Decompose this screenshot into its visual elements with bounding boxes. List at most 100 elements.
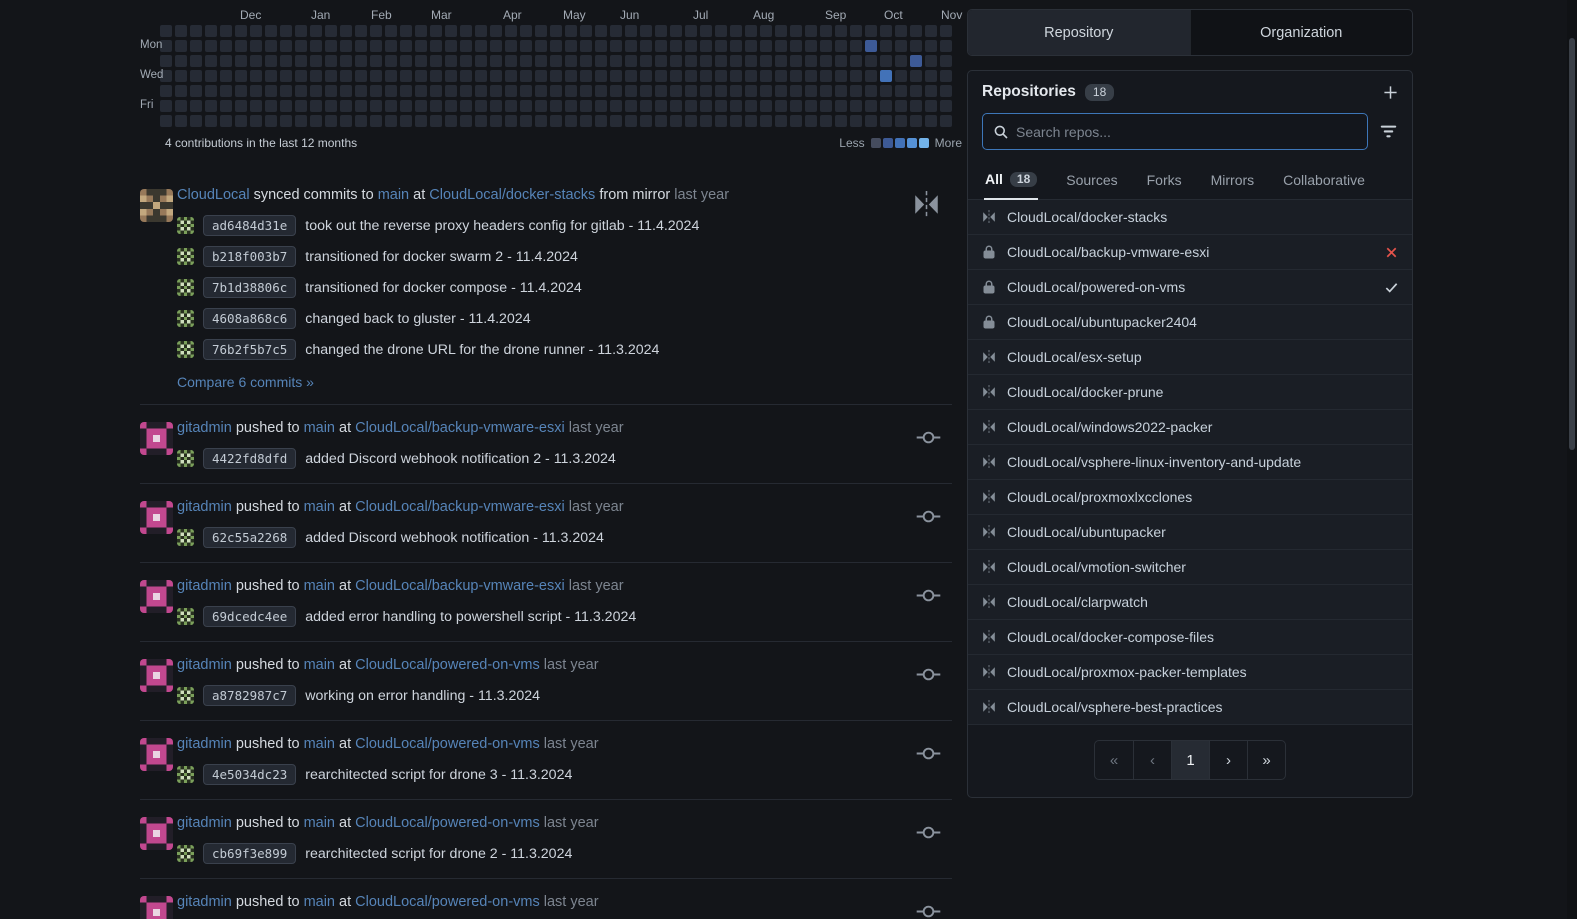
repo-row[interactable]: CloudLocal/powered-on-vms: [968, 270, 1412, 305]
user-avatar[interactable]: [140, 817, 173, 850]
commit-sha-link[interactable]: b218f003b7: [203, 246, 296, 267]
repo-name-link[interactable]: CloudLocal/ubuntupacker2404: [1007, 314, 1197, 330]
filter-tab-collaborative[interactable]: Collaborative: [1282, 163, 1366, 199]
user-avatar[interactable]: [140, 659, 173, 692]
filter-tab-mirrors[interactable]: Mirrors: [1210, 163, 1256, 199]
repo-row[interactable]: CloudLocal/vmotion-switcher: [968, 550, 1412, 585]
branch-link[interactable]: main: [304, 894, 335, 910]
commit-sha-link[interactable]: 4e5034dc23: [203, 764, 296, 785]
page-page-button[interactable]: 1: [1171, 741, 1209, 779]
repo-link[interactable]: CloudLocal/backup-vmware-esxi: [355, 578, 565, 594]
filter-icon[interactable]: [1379, 122, 1398, 141]
filter-tab-all[interactable]: All18: [984, 163, 1038, 200]
commit-sha-link[interactable]: 4608a868c6: [203, 308, 296, 329]
repo-row[interactable]: CloudLocal/ubuntupacker: [968, 515, 1412, 550]
heatmap-cell: [205, 115, 217, 127]
heatmap-cell: [865, 40, 877, 52]
repo-link[interactable]: CloudLocal/powered-on-vms: [355, 894, 540, 910]
tab-organization[interactable]: Organization: [1190, 10, 1413, 55]
repo-link[interactable]: CloudLocal/powered-on-vms: [355, 815, 540, 831]
repo-row[interactable]: CloudLocal/docker-compose-files: [968, 620, 1412, 655]
user-avatar[interactable]: [140, 422, 173, 455]
commit-list: 4e5034dc23rearchitected script for drone…: [177, 764, 882, 785]
heatmap-cell: [835, 25, 847, 37]
user-avatar[interactable]: [140, 738, 173, 771]
page-scrollbar[interactable]: [1567, 0, 1577, 919]
branch-link[interactable]: main: [304, 736, 335, 752]
repo-name-link[interactable]: CloudLocal/proxmoxlxcclones: [1007, 489, 1192, 505]
user-avatar[interactable]: [140, 580, 173, 613]
branch-link[interactable]: main: [304, 499, 335, 515]
tab-repository[interactable]: Repository: [968, 10, 1190, 55]
branch-link[interactable]: main: [304, 578, 335, 594]
commit-sha-link[interactable]: 62c55a2268: [203, 527, 296, 548]
actor-link[interactable]: gitadmin: [177, 499, 232, 515]
timestamp: last year: [540, 894, 599, 910]
actor-link[interactable]: CloudLocal: [177, 187, 250, 203]
heatmap-cell: [415, 55, 427, 67]
scrollbar-thumb[interactable]: [1569, 38, 1575, 450]
repo-row[interactable]: CloudLocal/proxmox-packer-templates: [968, 655, 1412, 690]
branch-link[interactable]: main: [304, 657, 335, 673]
repo-link[interactable]: CloudLocal/backup-vmware-esxi: [355, 499, 565, 515]
repo-row[interactable]: CloudLocal/proxmoxlxcclones: [968, 480, 1412, 515]
repo-row[interactable]: CloudLocal/docker-stacks: [968, 200, 1412, 235]
repo-link[interactable]: CloudLocal/powered-on-vms: [355, 657, 540, 673]
repo-row[interactable]: CloudLocal/esx-setup: [968, 340, 1412, 375]
repo-name-link[interactable]: CloudLocal/backup-vmware-esxi: [1007, 244, 1209, 260]
repo-name-link[interactable]: CloudLocal/vmotion-switcher: [1007, 559, 1186, 575]
repo-row[interactable]: CloudLocal/ubuntupacker2404: [968, 305, 1412, 340]
repo-search-input[interactable]: [1016, 124, 1357, 140]
branch-link[interactable]: main: [378, 187, 409, 203]
repo-name-link[interactable]: CloudLocal/windows2022-packer: [1007, 419, 1212, 435]
repo-row[interactable]: CloudLocal/backup-vmware-esxi: [968, 235, 1412, 270]
repo-link[interactable]: CloudLocal/docker-stacks: [429, 187, 595, 203]
repo-name-link[interactable]: CloudLocal/docker-compose-files: [1007, 629, 1214, 645]
actor-link[interactable]: gitadmin: [177, 894, 232, 910]
branch-link[interactable]: main: [304, 420, 335, 436]
repo-row[interactable]: CloudLocal/docker-prune: [968, 375, 1412, 410]
repo-name-link[interactable]: CloudLocal/powered-on-vms: [1007, 279, 1185, 295]
heatmap-cell: [865, 115, 877, 127]
repo-row[interactable]: CloudLocal/windows2022-packer: [968, 410, 1412, 445]
heatmap-cell: [745, 115, 757, 127]
last-page-button[interactable]: »: [1247, 741, 1285, 779]
repo-name-link[interactable]: CloudLocal/proxmox-packer-templates: [1007, 664, 1247, 680]
actor-link[interactable]: gitadmin: [177, 657, 232, 673]
heatmap-cell: [895, 25, 907, 37]
filter-tab-forks[interactable]: Forks: [1146, 163, 1183, 199]
repo-row[interactable]: CloudLocal/clarpwatch: [968, 585, 1412, 620]
repo-name-link[interactable]: CloudLocal/vsphere-linux-inventory-and-u…: [1007, 454, 1301, 470]
commit-sha-link[interactable]: 7b1d38806c: [203, 277, 296, 298]
feed-item-header: gitadmin pushed to main at CloudLocal/ba…: [177, 576, 882, 596]
actor-link[interactable]: gitadmin: [177, 420, 232, 436]
commit-sha-link[interactable]: cb69f3e899: [203, 843, 296, 864]
actor-link[interactable]: gitadmin: [177, 736, 232, 752]
repo-name-link[interactable]: CloudLocal/docker-prune: [1007, 384, 1163, 400]
user-avatar[interactable]: [140, 501, 173, 534]
commit-sha-link[interactable]: a8782987c7: [203, 685, 296, 706]
branch-link[interactable]: main: [304, 815, 335, 831]
repo-row[interactable]: CloudLocal/vsphere-best-practices: [968, 690, 1412, 725]
user-avatar[interactable]: [140, 189, 173, 222]
compare-commits-link[interactable]: Compare 6 commits »: [177, 374, 314, 390]
repo-link[interactable]: CloudLocal/backup-vmware-esxi: [355, 420, 565, 436]
repo-name-link[interactable]: CloudLocal/docker-stacks: [1007, 209, 1167, 225]
repo-name-link[interactable]: CloudLocal/vsphere-best-practices: [1007, 699, 1223, 715]
commit-sha-link[interactable]: 69dcedc4ee: [203, 606, 296, 627]
commit-sha-link[interactable]: 4422fd8dfd: [203, 448, 296, 469]
heatmap-cell: [610, 115, 622, 127]
repo-name-link[interactable]: CloudLocal/esx-setup: [1007, 349, 1142, 365]
actor-link[interactable]: gitadmin: [177, 815, 232, 831]
repo-row[interactable]: CloudLocal/vsphere-linux-inventory-and-u…: [968, 445, 1412, 480]
commit-sha-link[interactable]: 76b2f5b7c5: [203, 339, 296, 360]
repo-link[interactable]: CloudLocal/powered-on-vms: [355, 736, 540, 752]
user-avatar[interactable]: [140, 896, 173, 919]
commit-sha-link[interactable]: ad6484d31e: [203, 215, 296, 236]
actor-link[interactable]: gitadmin: [177, 578, 232, 594]
next-page-button[interactable]: ›: [1209, 741, 1247, 779]
repo-name-link[interactable]: CloudLocal/clarpwatch: [1007, 594, 1148, 610]
filter-tab-sources[interactable]: Sources: [1065, 163, 1118, 199]
new-repository-button[interactable]: [1383, 85, 1398, 100]
repo-name-link[interactable]: CloudLocal/ubuntupacker: [1007, 524, 1166, 540]
